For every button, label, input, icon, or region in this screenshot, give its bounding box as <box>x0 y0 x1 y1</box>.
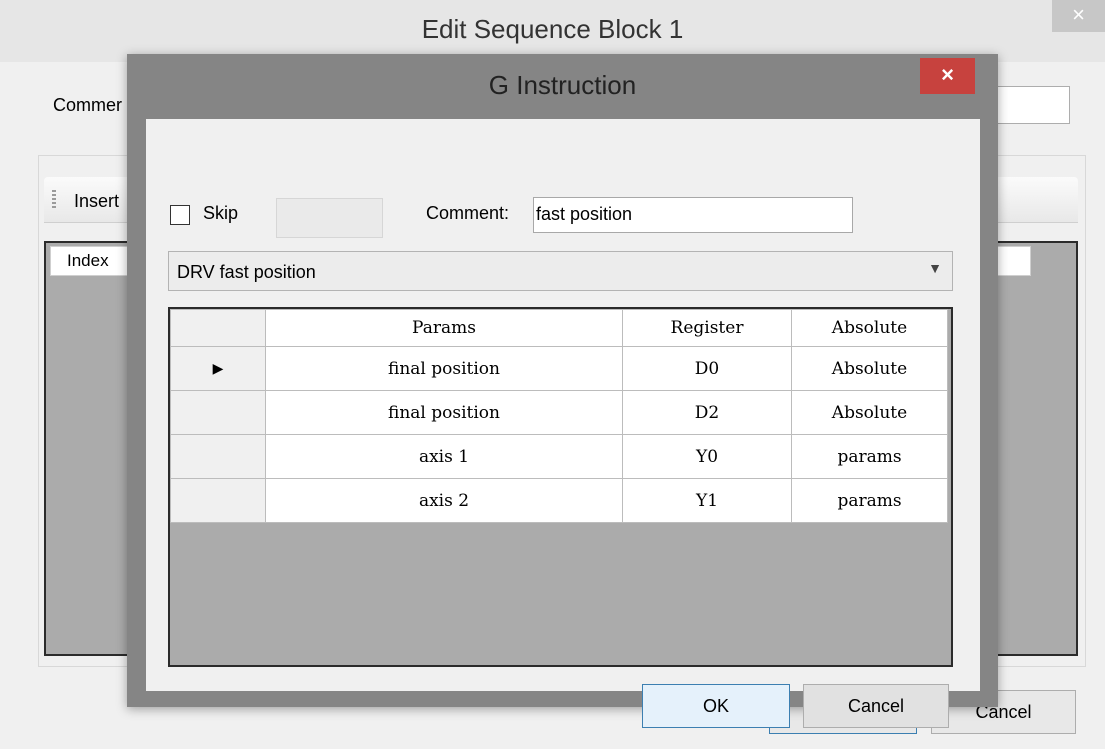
table-row[interactable]: axis 2 Y1 params <box>170 478 948 523</box>
skip-checkbox[interactable] <box>170 205 190 225</box>
column-header-register[interactable]: Register <box>622 309 792 347</box>
cell-absolute[interactable]: params <box>791 434 948 479</box>
bg-close-icon[interactable]: × <box>1052 0 1105 32</box>
toolbar-grip-icon[interactable] <box>52 190 56 210</box>
table-row[interactable]: axis 1 Y0 params <box>170 434 948 479</box>
table-row[interactable]: final position D2 Absolute <box>170 390 948 435</box>
ok-button[interactable]: OK <box>642 684 790 728</box>
g-instruction-dialog: G Instruction × Skip Comment: fast posit… <box>127 54 998 728</box>
row-header[interactable] <box>170 478 266 523</box>
cell-absolute[interactable]: params <box>791 478 948 523</box>
table-row[interactable]: ▶ final position D0 Absolute <box>170 346 948 391</box>
cell-register[interactable]: Y0 <box>622 434 792 479</box>
bg-comment-input[interactable] <box>990 86 1070 124</box>
current-row-indicator-icon[interactable]: ▶ <box>170 346 266 391</box>
skip-target-field <box>276 198 383 238</box>
cell-register[interactable]: D2 <box>622 390 792 435</box>
instruction-select-value: DRV fast position <box>177 262 316 282</box>
comment-label: Comment: <box>426 203 510 223</box>
cell-register[interactable]: Y1 <box>622 478 792 523</box>
skip-label[interactable]: Skip <box>203 203 238 224</box>
cell-params[interactable]: axis 1 <box>265 434 623 479</box>
cancel-button[interactable]: Cancel <box>803 684 949 728</box>
dialog-client-area: Skip Comment: fast position DRV fast pos… <box>146 119 980 728</box>
comment-input[interactable]: fast position <box>533 197 853 233</box>
cell-params[interactable]: final position <box>265 346 623 391</box>
cell-params[interactable]: final position <box>265 390 623 435</box>
column-header-absolute[interactable]: Absolute <box>791 309 948 347</box>
cell-params[interactable]: axis 2 <box>265 478 623 523</box>
cell-register[interactable]: D0 <box>622 346 792 391</box>
row-header-corner <box>170 309 266 347</box>
params-grid[interactable]: Params Register Absolute ▶ final positio… <box>168 307 953 667</box>
cell-absolute[interactable]: Absolute <box>791 390 948 435</box>
row-header[interactable] <box>170 434 266 479</box>
bg-window-title: Edit Sequence Block 1 <box>421 14 684 44</box>
cell-absolute[interactable]: Absolute <box>791 346 948 391</box>
column-header-params[interactable]: Params <box>265 309 623 347</box>
instruction-select[interactable]: DRV fast position ▼ <box>168 251 953 291</box>
chevron-down-icon[interactable]: ▼ <box>928 260 942 276</box>
bg-insert-button[interactable]: Insert <box>74 191 119 212</box>
close-icon[interactable]: × <box>920 58 975 94</box>
bg-titlebar: Edit Sequence Block 1 × <box>0 0 1105 62</box>
row-header[interactable] <box>170 390 266 435</box>
params-table: Params Register Absolute ▶ final positio… <box>170 309 948 523</box>
dialog-title: G Instruction <box>488 70 637 100</box>
bg-comment-label: Commer <box>53 95 123 115</box>
